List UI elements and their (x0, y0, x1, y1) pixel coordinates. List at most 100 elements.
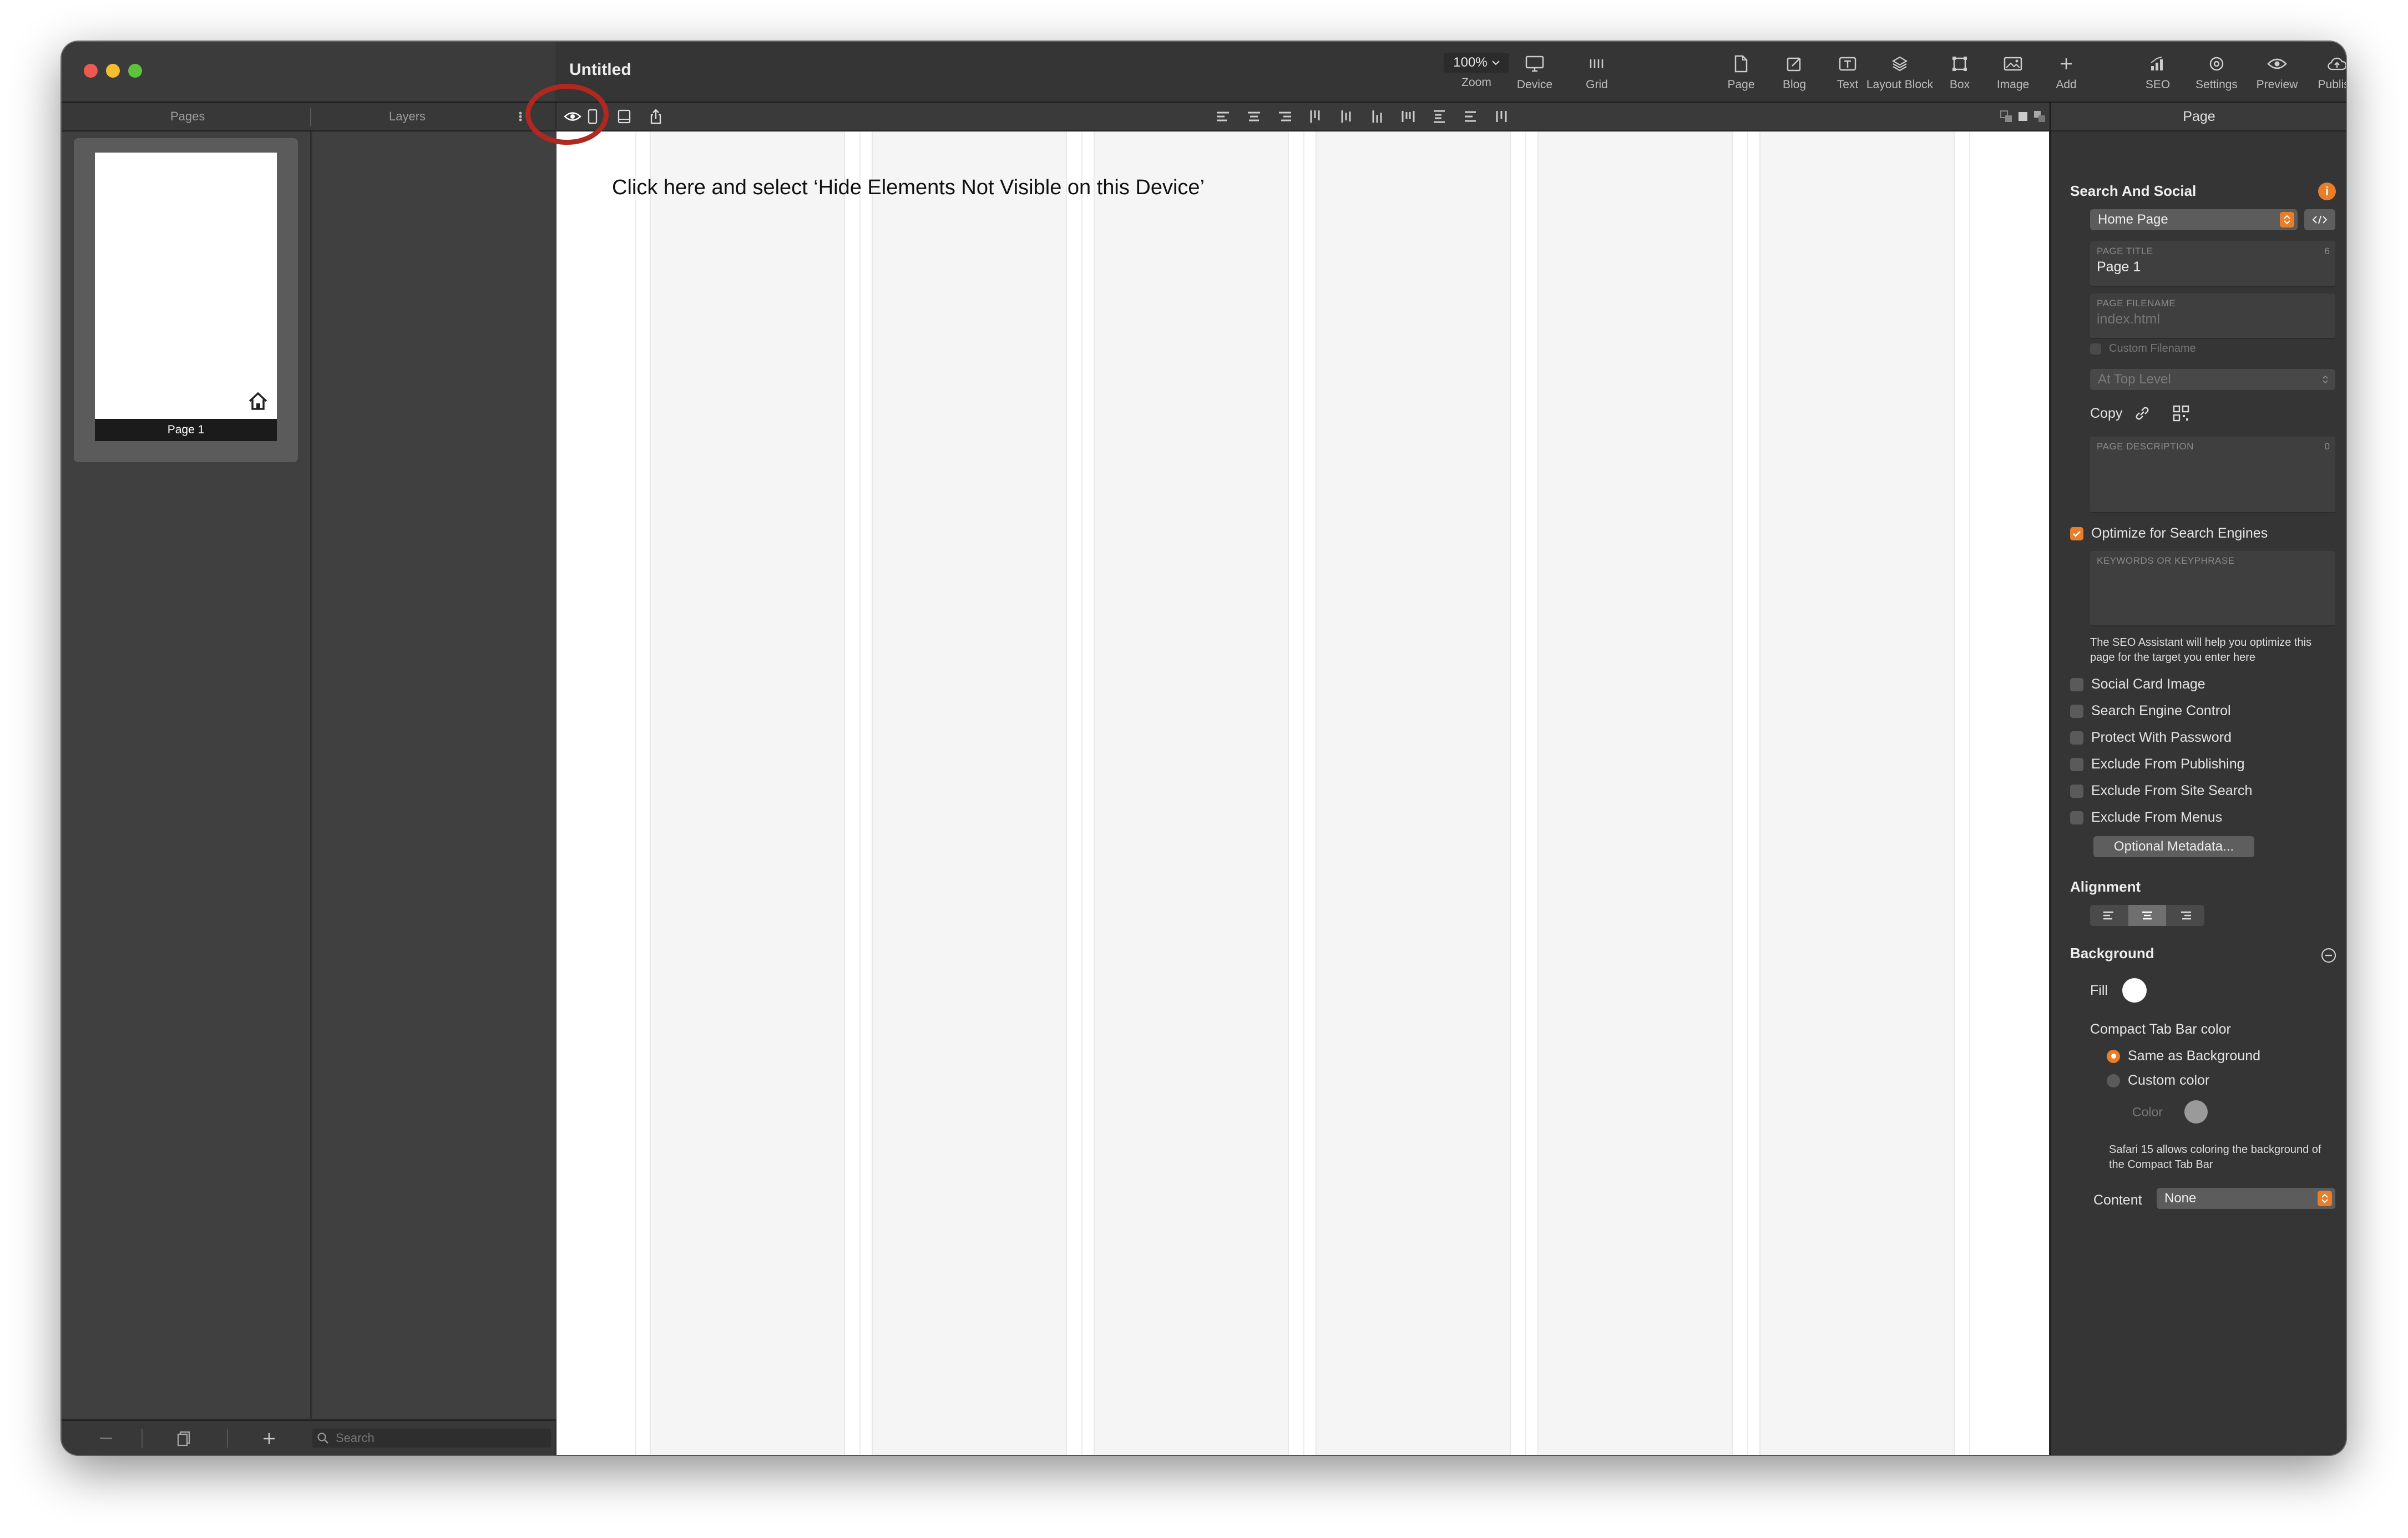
align-center-button[interactable] (1245, 107, 1263, 126)
toolbar-seo-button[interactable]: SEO (2127, 53, 2188, 97)
page-thumbnail-preview[interactable] (95, 153, 277, 419)
optional-metadata-button[interactable]: Optional Metadata... (2093, 836, 2254, 857)
page-title-value[interactable]: Page 1 (2097, 259, 2141, 275)
page-thumbnail-selected[interactable]: Page 1 (74, 138, 298, 462)
option-checkbox[interactable] (2070, 704, 2083, 718)
toolbar-page-button[interactable]: Page (1711, 53, 1772, 97)
page-filename-value[interactable]: index.html (2097, 311, 2160, 327)
toolbar-publish-button[interactable]: Publish (2306, 53, 2346, 97)
toolbar-layout-block-button[interactable]: Layout Block (1859, 53, 1940, 97)
snapshot-button[interactable] (615, 107, 634, 126)
html-code-button[interactable] (2304, 209, 2335, 230)
code-icon (2312, 215, 2328, 224)
layers-search-field[interactable] (312, 1429, 551, 1448)
tablet-icon (618, 109, 631, 124)
toolbar-zoom[interactable]: 100% Zoom (1438, 53, 1515, 97)
copy-qr-code-button[interactable] (2172, 404, 2190, 422)
share-button[interactable] (646, 107, 665, 126)
remove-background-button[interactable] (2320, 947, 2337, 964)
send-to-back-button[interactable] (2014, 107, 2032, 126)
same-width-button[interactable] (1461, 107, 1480, 126)
option-checkbox[interactable] (2070, 784, 2083, 798)
page-thumbnail-label: Page 1 (95, 419, 277, 441)
alignment-right-button[interactable] (2166, 905, 2204, 926)
grid-column (1537, 131, 1733, 1455)
up-down-arrows-icon (2318, 1191, 2332, 1206)
duplicate-page-button[interactable] (161, 1428, 206, 1450)
distribute-vertical-button[interactable] (1430, 107, 1449, 126)
grid-column (1094, 131, 1289, 1455)
optimize-search-engines-checkbox[interactable] (2070, 527, 2083, 540)
option-row[interactable]: Search Engine Control (2070, 703, 2231, 719)
toolbar-box-button[interactable]: Box (1929, 53, 1990, 97)
zoom-popup[interactable]: 100% (1444, 53, 1509, 73)
option-checkbox[interactable] (2070, 731, 2083, 745)
toolbar-settings-button[interactable]: Settings (2186, 53, 2247, 97)
toolbar-grid-button[interactable]: Grid (1566, 53, 1627, 97)
remove-page-button[interactable] (84, 1428, 128, 1450)
content-popup[interactable]: None (2157, 1188, 2335, 1209)
option-checkbox[interactable] (2070, 811, 2083, 824)
page-type-popup[interactable]: Home Page (2090, 209, 2298, 230)
title-bar: Untitled 100% Zoom Device Grid Page Blog… (62, 42, 2346, 103)
bring-forward-button[interactable] (2030, 107, 2049, 126)
toolbar-device-button[interactable]: Device (1504, 53, 1565, 97)
align-top-button[interactable] (1306, 107, 1324, 126)
instruction-text: Click here and select ‘Hide Elements Not… (612, 176, 1205, 199)
toolbar-label: SEO (2145, 78, 2171, 91)
align-middle-button[interactable] (1337, 107, 1355, 126)
option-label: Exclude From Site Search (2091, 783, 2253, 798)
option-checkbox[interactable] (2070, 757, 2083, 771)
search-input[interactable] (335, 1430, 537, 1446)
panel-resize-handle[interactable] (518, 108, 523, 125)
align-right-button[interactable] (1276, 107, 1294, 126)
radio-custom-color[interactable] (2107, 1074, 2120, 1087)
page-title-char-count: 6 (2324, 246, 2330, 256)
copy-link-button[interactable] (2133, 404, 2151, 422)
optimize-search-engines-row[interactable]: Optimize for Search Engines (2070, 525, 2268, 542)
info-icon[interactable]: i (2318, 183, 2336, 200)
page-canvas[interactable]: Click here and select ‘Hide Elements Not… (557, 131, 2049, 1455)
alignment-center-button[interactable] (2128, 905, 2167, 926)
option-label: Social Card Image (2091, 676, 2205, 692)
toolbar-add-button[interactable]: Add (2036, 53, 2097, 97)
toolbar-image-button[interactable]: Image (1982, 53, 2043, 97)
option-row[interactable]: Exclude From Publishing (2070, 756, 2245, 772)
align-left-button[interactable] (1213, 107, 1232, 126)
toolbar-label: Layout Block (1866, 78, 1934, 91)
toolbar-blog-button[interactable]: Blog (1764, 53, 1825, 97)
cloud-upload-icon (2326, 53, 2346, 75)
zoom-window-button[interactable] (128, 64, 142, 78)
radio-same-as-background[interactable] (2107, 1049, 2120, 1063)
page-title-field[interactable]: PAGE TITLE 6 Page 1 (2090, 241, 2335, 287)
grid-guide (1303, 131, 1304, 1455)
option-row[interactable]: Exclude From Menus (2070, 810, 2222, 826)
tab-layers[interactable]: Layers (389, 109, 426, 124)
custom-filename-checkbox-row[interactable]: Custom Filename (2090, 342, 2196, 355)
tab-pages[interactable]: Pages (170, 109, 205, 124)
minus-icon (100, 1438, 112, 1439)
blog-icon (1783, 53, 1805, 75)
page-description-field[interactable]: PAGE DESCRIPTION 0 (2090, 437, 2335, 513)
same-height-button[interactable] (1492, 107, 1511, 126)
custom-color-well[interactable] (2184, 1100, 2208, 1124)
radio-custom-color-row[interactable]: Custom color (2107, 1072, 2209, 1089)
page-filename-field[interactable]: PAGE FILENAME index.html (2090, 294, 2335, 339)
radio-same-as-background-row[interactable]: Same as Background (2107, 1048, 2260, 1064)
fill-color-well[interactable] (2122, 978, 2147, 1003)
option-checkbox[interactable] (2070, 677, 2083, 691)
close-window-button[interactable] (84, 64, 98, 78)
minimize-window-button[interactable] (106, 64, 120, 78)
send-backward-button[interactable] (1997, 107, 2016, 126)
folder-level-popup[interactable]: At Top Level (2090, 369, 2335, 390)
keywords-field[interactable]: KEYWORDS OR KEYPHRASE (2090, 551, 2335, 626)
alignment-left-button[interactable] (2090, 905, 2128, 926)
option-row[interactable]: Exclude From Site Search (2070, 783, 2252, 799)
add-page-button[interactable] (247, 1428, 291, 1450)
custom-filename-checkbox[interactable] (2090, 343, 2101, 355)
distribute-horizontal-button[interactable] (1399, 107, 1418, 126)
option-row[interactable]: Social Card Image (2070, 676, 2205, 692)
toolbar-preview-button[interactable]: Preview (2247, 53, 2308, 97)
option-row[interactable]: Protect With Password (2070, 730, 2232, 746)
align-bottom-button[interactable] (1368, 107, 1387, 126)
